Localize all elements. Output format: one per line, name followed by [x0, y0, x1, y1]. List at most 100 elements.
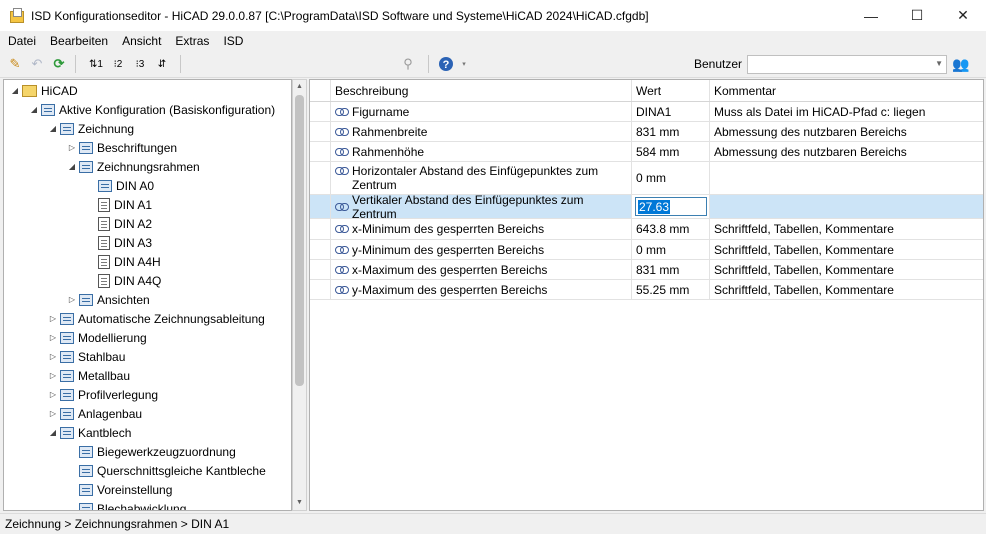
expander-icon[interactable]: ▷: [48, 371, 58, 380]
tree-item-din-a4q[interactable]: DIN A4Q: [86, 271, 161, 290]
expander-icon[interactable]: ▷: [48, 390, 58, 399]
expander-icon[interactable]: ▷: [48, 409, 58, 418]
tree-item-voreinstellung[interactable]: Voreinstellung: [67, 480, 172, 499]
scrollbar-thumb[interactable]: [295, 95, 304, 386]
tree-item-ansichten[interactable]: ▷ Ansichten: [67, 290, 150, 309]
menu-datei[interactable]: Datei: [0, 34, 43, 48]
tree-item-blechabwicklung[interactable]: Blechabwicklung: [67, 499, 186, 510]
table-row[interactable]: x-Maximum des gesperrten Bereichs 831 mm…: [310, 260, 983, 280]
table-row[interactable]: y-Minimum des gesperrten Bereichs 0 mm S…: [310, 240, 983, 260]
link-icon: [335, 147, 349, 156]
tree-item-biegewerkzeug[interactable]: Biegewerkzeugzuordnung: [67, 442, 236, 461]
tree-item-beschriftungen[interactable]: ▷ Beschriftungen: [67, 138, 177, 157]
property-grid[interactable]: Beschreibung Wert Kommentar Figurname DI…: [309, 79, 984, 511]
tree-item-zeichnungsrahmen[interactable]: ◢ Zeichnungsrahmen: [67, 157, 200, 176]
status-bar: Zeichnung > Zeichnungsrahmen > DIN A1: [0, 513, 986, 534]
scroll-up-icon[interactable]: ▲: [293, 80, 306, 94]
tree-scrollbar[interactable]: ▲ ▼: [292, 79, 307, 511]
table-row[interactable]: y-Maximum des gesperrten Bereichs 55.25 …: [310, 280, 983, 300]
column-header-beschreibung[interactable]: Beschreibung: [331, 80, 632, 101]
table-icon: [60, 331, 74, 344]
menu-bar: Datei Bearbeiten Ansicht Extras ISD: [0, 31, 986, 51]
table-icon: [60, 369, 74, 382]
refresh-icon[interactable]: ⟳: [49, 55, 69, 73]
binoculars-icon[interactable]: ⚲: [398, 55, 418, 73]
expander-icon[interactable]: ◢: [67, 162, 77, 171]
undo-icon[interactable]: ↶: [27, 55, 47, 73]
expander-icon[interactable]: ▷: [67, 295, 77, 304]
edit-pencil-icon[interactable]: ✎: [5, 55, 25, 73]
tree-item-din-a2[interactable]: DIN A2: [86, 214, 152, 233]
tree-item-metallbau[interactable]: ▷ Metallbau: [48, 366, 130, 385]
menu-ansicht[interactable]: Ansicht: [115, 34, 168, 48]
tree-item-profilverlegung[interactable]: ▷ Profilverlegung: [48, 385, 158, 404]
expander-icon[interactable]: ◢: [48, 428, 58, 437]
help-dropdown-icon[interactable]: ▾: [454, 55, 474, 73]
expander-icon[interactable]: ▷: [48, 352, 58, 361]
help-icon[interactable]: ?: [436, 55, 456, 73]
table-row[interactable]: Figurname DINA1 Muss als Datei im HiCAD-…: [310, 102, 983, 122]
table-row[interactable]: Rahmenbreite 831 mm Abmessung des nutzba…: [310, 122, 983, 142]
level-2-icon[interactable]: ⁝2: [108, 55, 128, 73]
svg-text:?: ?: [443, 59, 450, 71]
status-breadcrumb: Zeichnung > Zeichnungsrahmen > DIN A1: [5, 517, 230, 531]
tree-item-modellierung[interactable]: ▷ Modellierung: [48, 328, 147, 347]
close-button[interactable]: ✕: [940, 0, 986, 31]
table-row-active[interactable]: Vertikaler Abstand des Einfügepunktes zu…: [310, 195, 983, 219]
expander-icon[interactable]: ▷: [67, 143, 77, 152]
menu-extras[interactable]: Extras: [168, 34, 216, 48]
menu-isd[interactable]: ISD: [216, 34, 250, 48]
tree-item-zeichnung[interactable]: ◢ Zeichnung: [48, 119, 134, 138]
link-icon: [335, 202, 349, 211]
value-edit-field[interactable]: 27.63: [635, 197, 707, 216]
table-row[interactable]: Horizontaler Abstand des Einfügepunktes …: [310, 162, 983, 195]
sheet-icon: [98, 273, 110, 288]
tree-item-anlagenbau[interactable]: ▷ Anlagenbau: [48, 404, 142, 423]
expander-icon[interactable]: ◢: [48, 124, 58, 133]
table-icon: [79, 502, 93, 510]
table-icon: [60, 312, 74, 325]
tree-item-din-a4h[interactable]: DIN A4H: [86, 252, 161, 271]
toolbar: ✎ ↶ ⟳ ⇅1 ⁝2 ⁝3 ⇵ ⚲ ? ▾ Benutzer ▼ 👥: [0, 51, 986, 78]
expander-icon[interactable]: ▷: [48, 333, 58, 342]
tree-item-active-config[interactable]: ◢ Aktive Konfiguration (Basiskonfigurati…: [29, 100, 275, 119]
title-bar: ISD Konfigurationseditor - HiCAD 29.0.0.…: [0, 0, 986, 31]
link-icon: [335, 285, 349, 294]
column-header-wert[interactable]: Wert: [632, 80, 710, 101]
maximize-button[interactable]: ☐: [894, 0, 940, 31]
tree-item-din-a3[interactable]: DIN A3: [86, 233, 152, 252]
menu-bearbeiten[interactable]: Bearbeiten: [43, 34, 115, 48]
sort-ascending-icon[interactable]: ⇅1: [86, 55, 106, 73]
table-icon: [79, 483, 93, 496]
table-icon: [79, 160, 93, 173]
expander-icon[interactable]: ◢: [29, 105, 39, 114]
sheet-icon: [98, 216, 110, 231]
user-combobox[interactable]: ▼: [747, 55, 947, 74]
tree-item-kantblech[interactable]: ◢ Kantblech: [48, 423, 131, 442]
link-icon: [335, 107, 349, 116]
table-icon: [79, 445, 93, 458]
link-icon: [335, 265, 349, 274]
config-tree[interactable]: ◢ HiCAD ◢ Aktive Konfiguration (Basiskon…: [3, 79, 292, 511]
sort-descending-icon[interactable]: ⇵: [152, 55, 172, 73]
level-3-icon[interactable]: ⁝3: [130, 55, 150, 73]
minimize-button[interactable]: —: [848, 0, 894, 31]
column-header-kommentar[interactable]: Kommentar: [710, 80, 983, 101]
table-icon: [98, 179, 112, 192]
expander-icon[interactable]: ◢: [10, 86, 20, 95]
link-icon: [335, 225, 349, 233]
users-icon[interactable]: 👥: [951, 55, 971, 73]
tree-item-auto-ableitung[interactable]: ▷ Automatische Zeichnungsableitung: [48, 309, 265, 328]
user-label: Benutzer: [694, 57, 743, 71]
expander-icon[interactable]: ▷: [48, 314, 58, 323]
scroll-down-icon[interactable]: ▼: [293, 496, 306, 510]
table-row[interactable]: x-Minimum des gesperrten Bereichs 643.8 …: [310, 219, 983, 240]
chevron-down-icon[interactable]: ▼: [935, 59, 943, 68]
tree-item-din-a1[interactable]: DIN A1: [86, 195, 153, 214]
table-row[interactable]: Rahmenhöhe 584 mm Abmessung des nutzbare…: [310, 142, 983, 162]
sheet-icon: [98, 254, 110, 269]
tree-item-stahlbau[interactable]: ▷ Stahlbau: [48, 347, 125, 366]
tree-item-querschnitt[interactable]: Querschnittsgleiche Kantbleche: [67, 461, 266, 480]
tree-item-hicad[interactable]: ◢ HiCAD: [10, 81, 78, 100]
tree-item-din-a0[interactable]: DIN A0: [86, 176, 154, 195]
